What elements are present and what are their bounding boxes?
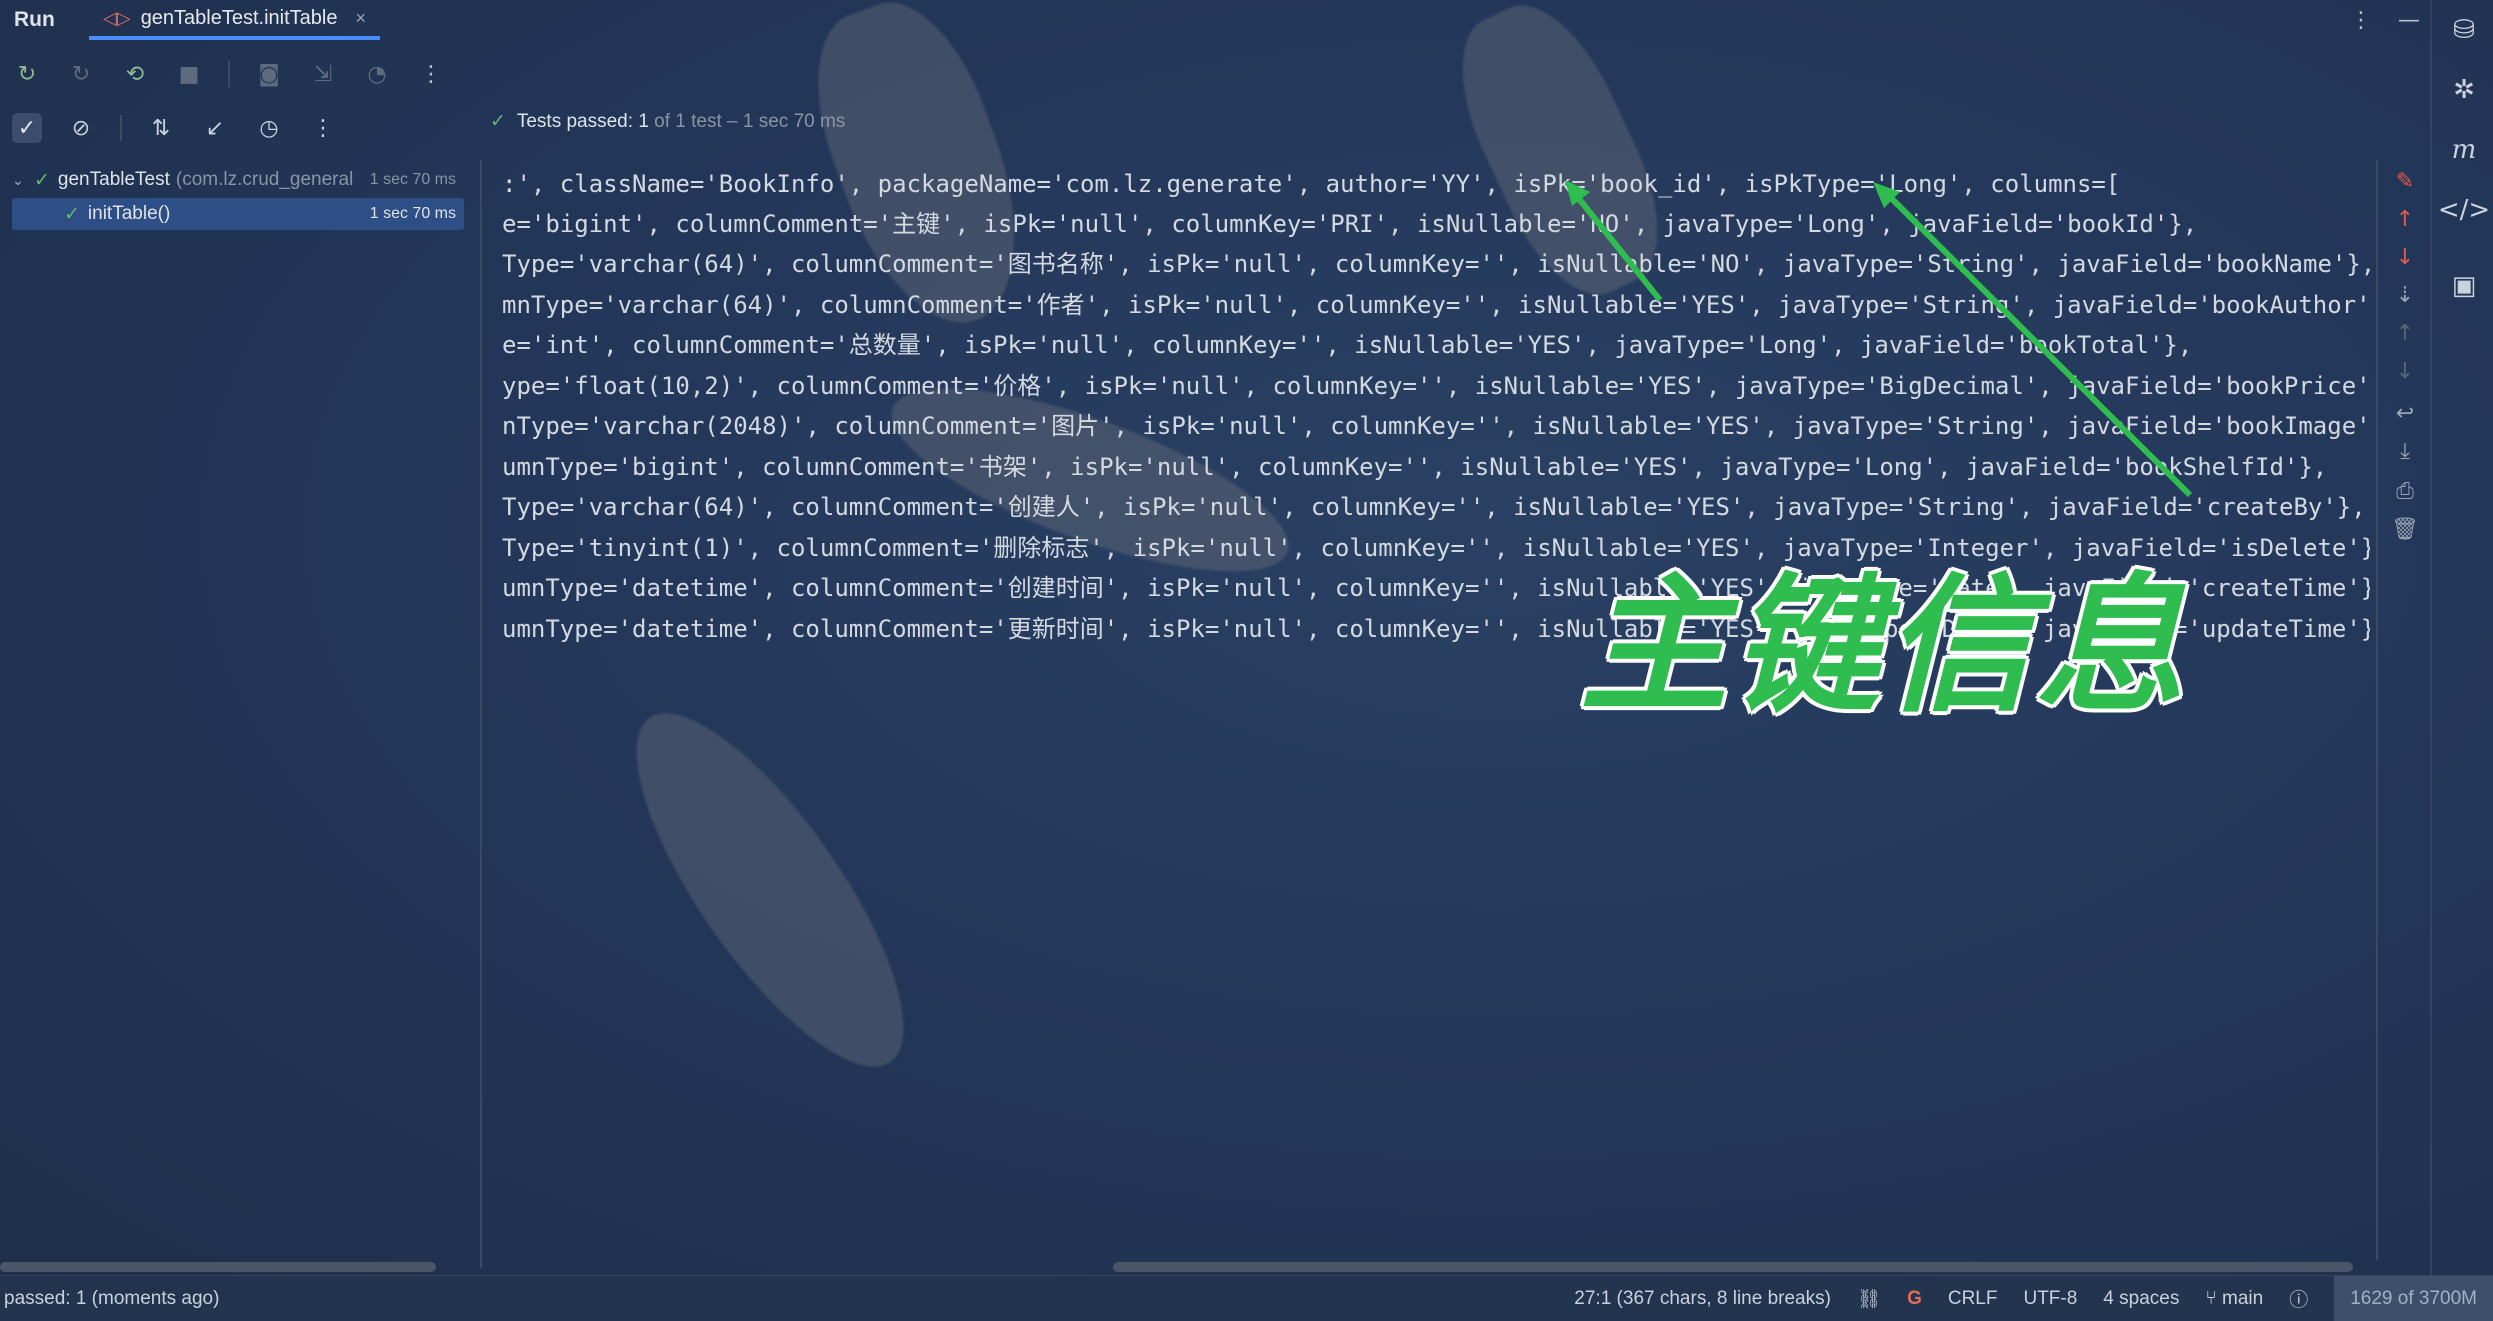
code-icon[interactable]: </> <box>2438 194 2490 226</box>
close-icon[interactable]: × <box>355 8 366 29</box>
console-line: Type='varchar(64)', columnComment='创建人',… <box>502 493 2366 521</box>
link-icon[interactable]: ⛓ <box>1857 1287 1881 1311</box>
tab-gentabletest-inittable[interactable]: ◁▷ genTableTest.initTable × <box>89 0 380 40</box>
branch-name: main <box>2222 1287 2264 1309</box>
console-line: e='bigint', columnComment='主键', isPk='nu… <box>502 210 2198 238</box>
console-line: Type='varchar(64)', columnComment='图书名称'… <box>502 250 2370 278</box>
console-horizontal-scrollbar[interactable] <box>1113 1262 2353 1272</box>
tab-label: genTableTest.initTable <box>140 6 338 29</box>
warning-icon[interactable]: ⓘ <box>2289 1285 2308 1312</box>
console-line: nType='varchar(2048)', columnComment='图片… <box>502 412 2370 440</box>
arrow-up-icon[interactable]: ↑ <box>2392 206 2418 232</box>
soft-wrap-icon[interactable]: ↩ <box>2392 400 2418 426</box>
test-status: ✓ Tests passed: 1 of 1 test – 1 sec 70 m… <box>490 110 845 133</box>
toolbar-divider <box>120 115 122 141</box>
notifications-icon[interactable]: ▣ <box>2448 270 2480 302</box>
print-icon[interactable]: ⎙ <box>2392 478 2418 504</box>
status-message: passed: 1 (moments ago) <box>4 1287 220 1309</box>
caret-position[interactable]: 27:1 (367 chars, 8 line breaks) <box>1574 1288 1831 1310</box>
right-tool-bar: ⛁ ✲ m </> ▣ <box>2430 0 2493 1275</box>
toggle-auto-test-icon[interactable]: ⟲ <box>120 59 150 89</box>
run-toolbar: ↻ ↻ ⟲ ■ ◙ ⇲ ◔ ⋮ <box>0 48 446 100</box>
rerun-failed-icon[interactable]: ↻ <box>66 59 96 89</box>
run-panel-title: Run <box>14 8 55 31</box>
title-bar: Run ◁▷ genTableTest.initTable × ⋮ — <box>0 0 2430 40</box>
test-tree: ⌄ ✓ genTableTest (com.lz.crud_general 1 … <box>0 160 482 1268</box>
ai-assistant-icon[interactable]: ✲ <box>2448 74 2480 106</box>
more-options-icon[interactable]: ⋮ <box>416 59 446 89</box>
show-ignored-icon[interactable]: ⊘ <box>66 113 96 143</box>
console-line: e='int', columnComment='总数量', isPk='null… <box>502 331 2193 359</box>
check-icon: ✓ <box>34 169 50 191</box>
status-right-group: 27:1 (367 chars, 8 line breaks) ⛓ G CRLF… <box>1574 1276 2493 1321</box>
camera-icon[interactable]: ◙ <box>254 59 284 89</box>
console-line: umnType='bigint', columnComment='书架', is… <box>502 453 2328 481</box>
sort-icon[interactable]: ⇅ <box>146 113 176 143</box>
title-actions: ⋮ — <box>2350 0 2420 40</box>
next-icon[interactable]: ↓ <box>2392 358 2418 384</box>
sort-icon[interactable]: ⇣ <box>2392 282 2418 308</box>
annotation-label: 主键信息 <box>1580 560 2188 732</box>
test-filter-toolbar: ✓ ⊘ ⇅ ↙ ◷ ⋮ <box>0 102 338 154</box>
collapse-icon[interactable]: ↙ <box>200 113 230 143</box>
line-ending[interactable]: CRLF <box>1948 1288 1998 1310</box>
maven-icon[interactable]: m <box>2448 134 2480 166</box>
test-class-package: (com.lz.crud_general <box>175 169 354 190</box>
tests-passed-count: 1 <box>638 111 649 132</box>
prev-icon[interactable]: ↑ <box>2392 320 2418 346</box>
rerun-icon[interactable]: ↻ <box>12 59 42 89</box>
arrow-down-icon[interactable]: ↓ <box>2392 244 2418 270</box>
coverage-icon[interactable]: ◔ <box>362 59 392 89</box>
tests-passed-label: Tests passed: <box>516 111 634 132</box>
test-class-name: genTableTest <box>57 169 170 190</box>
import-tests-icon[interactable]: ⇲ <box>308 59 338 89</box>
git-branch[interactable]: ⑂ main <box>2205 1288 2263 1310</box>
indent-setting[interactable]: 4 spaces <box>2103 1288 2179 1310</box>
more-options-icon[interactable]: ⋮ <box>308 113 338 143</box>
test-duration: 1 sec 70 ms <box>369 171 456 188</box>
check-icon: ✓ <box>490 111 506 132</box>
tree-item-inittable[interactable]: ✓ initTable() 1 sec 70 ms <box>12 198 464 230</box>
show-passed-icon[interactable]: ✓ <box>12 113 42 143</box>
test-method-name: initTable() <box>87 203 171 224</box>
console-line: :', className='BookInfo', packageName='c… <box>502 170 2121 198</box>
trash-icon[interactable]: 🗑 <box>2391 516 2419 542</box>
test-duration: 1 sec 70 ms <box>369 205 456 222</box>
tests-passed-detail: of 1 test – 1 sec 70 ms <box>654 111 846 132</box>
tree-item-gentabletest[interactable]: ⌄ ✓ genTableTest (com.lz.crud_general 1 … <box>12 164 464 196</box>
database-icon[interactable]: ⛁ <box>2448 14 2480 46</box>
console-line: mnType='varchar(64)', columnComment='作者'… <box>502 291 2370 319</box>
stop-icon[interactable]: ■ <box>174 59 204 89</box>
status-bar: passed: 1 (moments ago) 27:1 (367 chars,… <box>0 1275 2493 1321</box>
file-encoding[interactable]: UTF-8 <box>2023 1288 2077 1310</box>
scroll-to-end-icon[interactable]: ⤓ <box>2392 438 2418 464</box>
console-gutter: ✎ ↑ ↓ ⇣ ↑ ↓ ↩ ⤓ ⎙ 🗑 <box>2376 160 2432 1260</box>
memory-indicator[interactable]: 1629 of 3700M <box>2334 1276 2493 1321</box>
toolbar-divider <box>228 61 230 87</box>
console-line: ype='float(10,2)', columnComment='价格', i… <box>502 372 2370 400</box>
minimize-icon[interactable]: — <box>2398 8 2420 33</box>
run-config-icon: ◁▷ <box>103 7 131 28</box>
tree-horizontal-scrollbar[interactable] <box>0 1262 436 1272</box>
history-icon[interactable]: ◷ <box>254 113 284 143</box>
chevron-down-icon[interactable]: ⌄ <box>12 172 34 189</box>
clear-marker-icon[interactable]: ✎ <box>2392 168 2418 194</box>
google-icon[interactable]: G <box>1907 1288 1922 1310</box>
branch-icon: ⑂ <box>2205 1287 2217 1309</box>
check-icon: ✓ <box>64 203 80 225</box>
more-options-icon[interactable]: ⋮ <box>2350 8 2372 33</box>
